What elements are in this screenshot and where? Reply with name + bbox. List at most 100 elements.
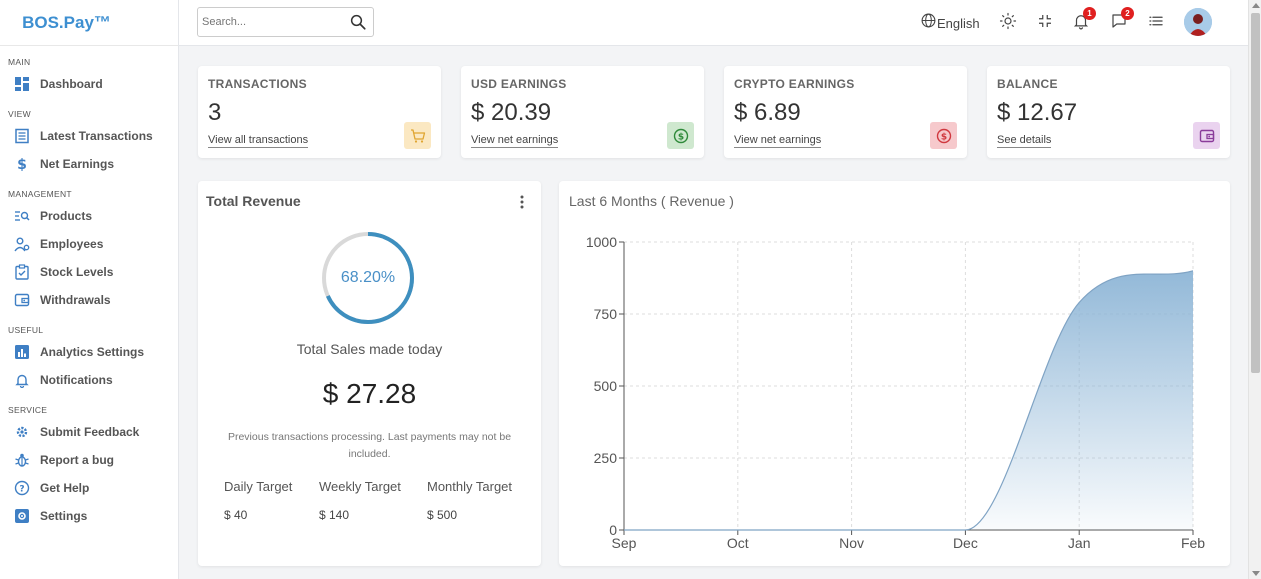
language-label: English xyxy=(937,15,980,31)
help-icon: ? xyxy=(13,479,31,497)
stat-link[interactable]: View all transactions xyxy=(208,134,309,148)
x-tick-label: Oct xyxy=(727,535,749,551)
employees-icon xyxy=(13,235,31,253)
stat-value: $ 12.67 xyxy=(997,99,1078,126)
nav-section-title: VIEW xyxy=(8,109,31,119)
search-box[interactable] xyxy=(197,7,374,37)
nav-section-title: SERVICE xyxy=(8,405,48,415)
globe-icon xyxy=(920,12,937,34)
stat-card-crypto-earnings: CRYPTO EARNINGS $ 6.89 View net earnings… xyxy=(724,66,967,158)
top-bar: English 1 2 xyxy=(179,0,1248,46)
svg-text:$: $ xyxy=(677,132,683,142)
sidebar-item-dashboard[interactable]: Dashboard xyxy=(0,70,178,98)
more-options-icon[interactable] xyxy=(519,195,525,214)
stat-title: USD EARNINGS xyxy=(471,77,567,91)
stat-value: $ 6.89 xyxy=(734,99,801,126)
sidebar-item-label: Stock Levels xyxy=(40,265,114,279)
monthly-target-value: $ 500 xyxy=(427,508,458,522)
daily-target-label: Daily Target xyxy=(224,479,293,494)
sidebar-item-stock-levels[interactable]: Stock Levels xyxy=(0,258,178,286)
dollar-icon: $ xyxy=(13,155,31,173)
sidebar-item-submit-feedback[interactable]: Submit Feedback xyxy=(0,418,178,446)
search-icon[interactable] xyxy=(349,13,367,36)
nav-section-title: USEFUL xyxy=(8,325,44,335)
stat-link[interactable]: See details xyxy=(997,134,1052,148)
page-scrollbar[interactable] xyxy=(1248,0,1261,579)
x-tick-label: Feb xyxy=(1181,535,1205,551)
sidebar-item-products[interactable]: Products xyxy=(0,202,178,230)
search-input[interactable] xyxy=(198,16,338,28)
dollar-circle-icon: $ xyxy=(667,122,694,149)
scroll-up-arrow[interactable] xyxy=(1252,3,1260,8)
sidebar-item-label: Analytics Settings xyxy=(40,345,145,359)
settings-icon xyxy=(13,507,31,525)
stat-card-transactions: TRANSACTIONS 3 View all transactions xyxy=(198,66,441,158)
wallet-icon xyxy=(13,291,31,309)
stat-card-usd-earnings: USD EARNINGS $ 20.39 View net earnings $ xyxy=(461,66,704,158)
revenue-amount: $ 27.28 xyxy=(322,378,417,409)
x-tick-label: Nov xyxy=(839,535,864,551)
user-avatar[interactable] xyxy=(1184,8,1212,36)
sidebar-item-employees[interactable]: Employees xyxy=(0,230,178,258)
sidebar-item-report-a-bug[interactable]: Report a bug xyxy=(0,446,178,474)
sidebar-item-label: Notifications xyxy=(40,373,113,387)
language-selector[interactable]: English xyxy=(920,12,980,34)
y-tick-label: 1000 xyxy=(586,234,617,250)
messages-button[interactable]: 2 xyxy=(1110,7,1134,35)
stat-value: 3 xyxy=(208,99,222,126)
scroll-down-arrow[interactable] xyxy=(1252,571,1260,576)
sidebar-item-net-earnings[interactable]: $ Net Earnings xyxy=(0,150,178,178)
notifications-button[interactable]: 1 xyxy=(1072,7,1096,35)
sidebar-item-label: Settings xyxy=(40,509,88,523)
svg-text:$: $ xyxy=(17,157,27,172)
sidebar-item-label: Withdrawals xyxy=(40,293,111,307)
stat-value: $ 20.39 xyxy=(471,99,552,126)
nav-section-title: MAIN xyxy=(8,57,31,67)
sidebar-item-label: Employees xyxy=(40,237,104,251)
stat-title: TRANSACTIONS xyxy=(208,77,307,91)
sidebar-item-settings[interactable]: Settings xyxy=(0,502,178,530)
sidebar-item-latest-transactions[interactable]: Latest Transactions xyxy=(0,122,178,150)
sidebar-item-label: Get Help xyxy=(40,481,90,495)
weekly-target-label: Weekly Target xyxy=(319,479,401,494)
wallet-icon xyxy=(1193,122,1220,149)
feedback-icon xyxy=(13,423,31,441)
brand-name: BOS.Pay™ xyxy=(22,12,111,32)
x-tick-label: Sep xyxy=(612,535,637,551)
menu-list-button[interactable] xyxy=(1147,12,1165,35)
svg-text:$: $ xyxy=(940,132,946,142)
sidebar-item-label: Report a bug xyxy=(40,453,114,467)
sidebar-item-label: Net Earnings xyxy=(40,157,115,171)
y-tick-label: 500 xyxy=(594,378,618,394)
revenue-note: Previous transactions processing. Last p… xyxy=(227,431,512,460)
list-icon xyxy=(1147,12,1165,35)
sidebar-item-label: Submit Feedback xyxy=(40,425,140,439)
list-icon xyxy=(13,127,31,145)
sidebar-item-analytics-settings[interactable]: Analytics Settings xyxy=(0,338,178,366)
stat-card-balance: BALANCE $ 12.67 See details xyxy=(987,66,1230,158)
sidebar-item-label: Dashboard xyxy=(40,77,103,91)
sidebar-item-label: Latest Transactions xyxy=(40,129,153,143)
scroll-thumb[interactable] xyxy=(1251,13,1260,373)
bug-icon xyxy=(13,451,31,469)
brand-logo[interactable]: BOS.Pay™ xyxy=(0,0,178,46)
stat-title: BALANCE xyxy=(997,77,1058,91)
sidebar-item-withdrawals[interactable]: Withdrawals xyxy=(0,286,178,314)
x-tick-label: Jan xyxy=(1068,535,1091,551)
theme-toggle-button[interactable] xyxy=(999,12,1017,35)
dollar-circle-icon: $ xyxy=(930,122,957,149)
products-search-icon xyxy=(13,207,31,225)
fullscreen-toggle-button[interactable] xyxy=(1036,12,1054,35)
revenue-chart-card: Last 6 Months ( Revenue ) 0 250 500 750 1000… xyxy=(559,181,1230,566)
sidebar-item-get-help[interactable]: ? Get Help xyxy=(0,474,178,502)
daily-target-value: $ 40 xyxy=(224,508,248,522)
stat-link[interactable]: View net earnings xyxy=(471,134,559,148)
sidebar-item-label: Products xyxy=(40,209,93,223)
y-tick-label: 250 xyxy=(594,450,618,466)
sun-icon xyxy=(999,12,1017,35)
stat-link[interactable]: View net earnings xyxy=(734,134,822,148)
stat-title: CRYPTO EARNINGS xyxy=(734,77,855,91)
revenue-title: Total Revenue xyxy=(206,193,301,209)
sidebar-item-notifications[interactable]: Notifications xyxy=(0,366,178,394)
nav-section-title: MANAGEMENT xyxy=(8,189,72,199)
